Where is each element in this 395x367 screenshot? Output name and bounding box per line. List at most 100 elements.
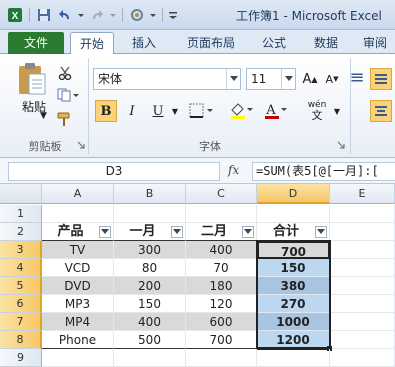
tab-data[interactable]: 数据 (306, 32, 346, 55)
row-header[interactable]: 6 (0, 295, 42, 313)
cell[interactable] (330, 223, 395, 241)
table-header-cell[interactable]: 合计 (257, 223, 330, 241)
cell[interactable] (257, 205, 330, 223)
table-cell[interactable]: 150 (257, 259, 330, 277)
excel-app-icon[interactable]: X (6, 6, 24, 24)
phonetic-dropdown-icon[interactable]: ▼ (332, 106, 342, 116)
font-color-icon[interactable]: A (262, 100, 292, 122)
row-header[interactable]: 3 (0, 241, 42, 259)
align-top-button[interactable] (370, 68, 392, 90)
phonetic-guide-button[interactable]: wén 文 (302, 98, 332, 124)
row-header[interactable]: 5 (0, 277, 42, 295)
fill-color-icon[interactable] (228, 100, 258, 122)
table-cell[interactable]: 80 (114, 259, 186, 277)
column-header[interactable]: C (186, 184, 257, 204)
row-header[interactable]: 7 (0, 313, 42, 331)
filter-dropdown-icon[interactable] (242, 226, 254, 238)
shrink-font-icon[interactable]: A ▼ (322, 68, 342, 90)
tab-file[interactable]: 文件 (8, 32, 64, 54)
cell[interactable] (186, 349, 257, 367)
column-header[interactable]: A (42, 184, 114, 204)
table-cell[interactable]: TV (42, 241, 114, 259)
table-cell[interactable]: 120 (186, 295, 257, 313)
filter-dropdown-icon[interactable] (315, 226, 327, 238)
redo-dropdown-icon[interactable] (109, 6, 117, 24)
table-cell[interactable]: 400 (186, 241, 257, 259)
bold-button[interactable]: B (95, 100, 117, 122)
formula-input[interactable]: =SUM(表5[@[一月]:[ (252, 162, 395, 181)
table-cell[interactable]: 200 (114, 277, 186, 295)
cell[interactable] (330, 349, 395, 367)
cell[interactable] (114, 205, 186, 223)
copy-icon[interactable] (56, 86, 80, 104)
table-cell[interactable]: 380 (257, 277, 330, 295)
cell[interactable] (330, 313, 395, 331)
tab-formulas[interactable]: 公式 (254, 32, 294, 55)
row-header[interactable]: 4 (0, 259, 42, 277)
cell[interactable] (330, 241, 395, 259)
table-cell[interactable]: Phone (42, 331, 114, 349)
tab-home[interactable]: 开始 (70, 32, 114, 55)
table-cell[interactable]: MP4 (42, 313, 114, 331)
cell[interactable] (330, 259, 395, 277)
filter-dropdown-icon[interactable] (99, 226, 111, 238)
table-cell[interactable]: 270 (257, 295, 330, 313)
tab-insert[interactable]: 插入 (124, 32, 164, 55)
table-cell[interactable]: 400 (114, 313, 186, 331)
cell[interactable] (330, 295, 395, 313)
worksheet-grid[interactable]: A B C D E 1 2 3 4 5 6 7 8 9 产品 一月 二月 合计 … (0, 184, 395, 367)
grow-font-icon[interactable]: A ▲ (300, 68, 320, 90)
customize-icon[interactable] (128, 6, 146, 24)
table-cell[interactable]: 180 (186, 277, 257, 295)
italic-button[interactable]: I (121, 100, 143, 122)
underline-button[interactable]: U (147, 100, 169, 122)
underline-dropdown-icon[interactable]: ▼ (170, 100, 180, 122)
table-cell[interactable]: DVD (42, 277, 114, 295)
row-header[interactable]: 9 (0, 349, 42, 367)
table-cell[interactable]: VCD (42, 259, 114, 277)
column-header[interactable]: B (114, 184, 186, 204)
select-all-corner[interactable] (0, 184, 42, 204)
cell[interactable] (257, 349, 330, 367)
font-launcher-icon[interactable] (336, 140, 346, 150)
table-cell[interactable]: 70 (186, 259, 257, 277)
paste-button[interactable] (14, 60, 50, 98)
more-commands-icon[interactable] (168, 6, 178, 24)
tab-review[interactable]: 审阅 (358, 32, 392, 55)
active-cell[interactable]: 700 (257, 241, 330, 259)
font-name-dropdown-icon[interactable] (226, 69, 240, 89)
cell[interactable] (330, 331, 395, 349)
paste-dropdown-icon[interactable]: ▼ (40, 111, 47, 121)
borders-icon[interactable] (188, 100, 218, 122)
redo-icon[interactable] (88, 6, 106, 24)
row-header[interactable]: 1 (0, 205, 42, 223)
undo-dropdown-icon[interactable] (77, 6, 85, 24)
table-cell[interactable]: 600 (186, 313, 257, 331)
paste-label[interactable]: 粘贴 (14, 98, 54, 115)
filter-dropdown-icon[interactable] (171, 226, 183, 238)
font-size-dropdown-icon[interactable] (281, 69, 295, 89)
row-header[interactable]: 8 (0, 331, 42, 349)
align-center-button[interactable] (370, 100, 392, 122)
table-cell[interactable]: 500 (114, 331, 186, 349)
undo-icon[interactable] (56, 6, 74, 24)
cell[interactable] (114, 349, 186, 367)
clipboard-launcher-icon[interactable] (76, 140, 86, 150)
cell[interactable] (330, 277, 395, 295)
table-cell[interactable]: 300 (114, 241, 186, 259)
row-header[interactable]: 2 (0, 223, 42, 241)
table-cell[interactable]: 1000 (257, 313, 330, 331)
table-header-cell[interactable]: 二月 (186, 223, 257, 241)
table-cell[interactable]: MP3 (42, 295, 114, 313)
cell[interactable] (330, 205, 395, 223)
table-header-cell[interactable]: 产品 (42, 223, 114, 241)
cut-icon[interactable] (56, 64, 74, 82)
tab-page-layout[interactable]: 页面布局 (178, 32, 244, 55)
table-cell[interactable]: 1200 (257, 331, 330, 349)
insert-function-icon[interactable]: fx (228, 163, 239, 177)
table-cell[interactable]: 700 (186, 331, 257, 349)
format-painter-icon[interactable] (56, 110, 74, 128)
qat-dropdown-icon[interactable] (149, 6, 157, 24)
column-header[interactable]: D (257, 184, 330, 204)
font-size-select[interactable]: 11 (246, 68, 296, 90)
